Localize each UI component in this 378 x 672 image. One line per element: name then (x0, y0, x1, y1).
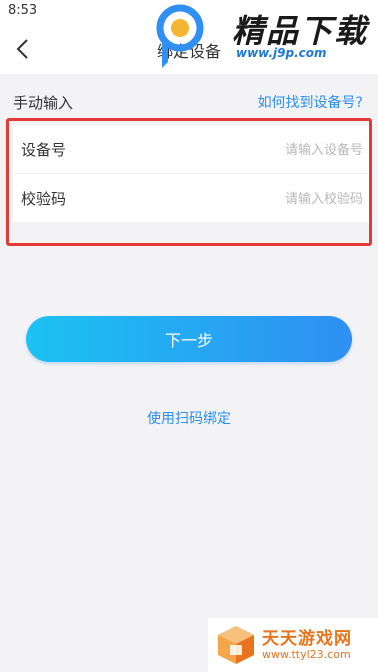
bind-device-screen: 8:53 绑定设备 精品下载 www.j9p.com 手动输入 如何找到设备号?… (0, 0, 378, 672)
page-title: 绑定设备 (156, 42, 221, 61)
watermark-corner-brand: 天天游戏网 (262, 629, 352, 649)
status-bar: 8:53 (0, 0, 378, 24)
watermark-corner: 天天游戏网 www.ttyl23.com (208, 618, 378, 672)
section-header: 手动输入 如何找到设备号? (0, 84, 378, 118)
manual-input-form: 设备号 校验码 (6, 118, 372, 246)
nav-bar: 绑定设备 (0, 24, 378, 74)
next-button[interactable]: 下一步 (26, 316, 352, 362)
status-time: 8:53 (8, 3, 38, 18)
cube-logo-icon (218, 626, 254, 664)
verify-code-row: 校验码 (13, 174, 369, 222)
scan-bind-link[interactable]: 使用扫码绑定 (0, 408, 378, 428)
verify-code-label: 校验码 (21, 190, 67, 208)
device-number-row: 设备号 (13, 125, 369, 173)
verify-code-input[interactable] (161, 184, 365, 214)
device-number-input[interactable] (161, 135, 365, 165)
watermark-corner-url: www.ttyl23.com (262, 648, 351, 661)
section-title: 手动输入 (13, 94, 74, 112)
find-device-help-link[interactable]: 如何找到设备号? (258, 92, 363, 112)
device-number-label: 设备号 (21, 141, 67, 159)
